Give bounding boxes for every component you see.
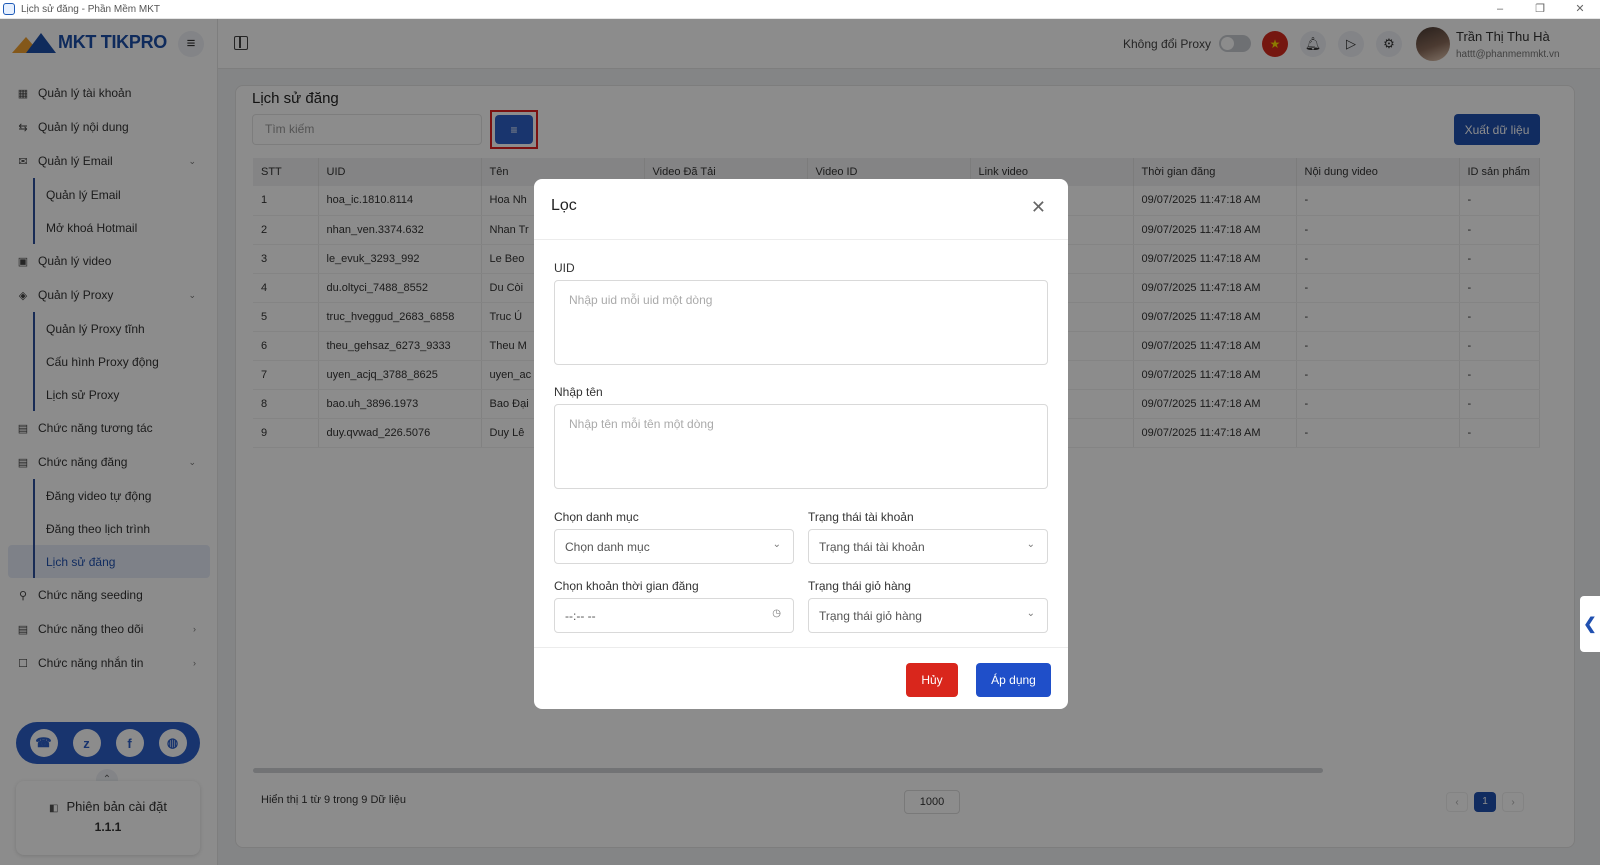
cart-status-select[interactable]: Trạng thái giỏ hàng ⌄ xyxy=(808,598,1048,633)
apply-button[interactable]: Áp dụng xyxy=(976,663,1051,697)
app-icon xyxy=(3,3,15,15)
time-input[interactable]: --:-- -- ◷ xyxy=(554,598,794,633)
account-status-value: Trạng thái tài khoản xyxy=(819,540,925,554)
cart-status-value: Trạng thái giỏ hàng xyxy=(819,609,922,623)
name-label: Nhập tên xyxy=(554,385,603,399)
minimize-icon[interactable]: – xyxy=(1480,0,1520,19)
restore-icon[interactable]: ❐ xyxy=(1520,0,1560,19)
window-titlebar: Lịch sử đăng - Phần Mềm MKT – ❐ ✕ xyxy=(0,0,1600,19)
close-icon[interactable]: ✕ xyxy=(1031,197,1046,218)
chevron-down-icon: ⌄ xyxy=(772,539,781,550)
modal-title: Lọc xyxy=(551,197,577,214)
account-status-select[interactable]: Trạng thái tài khoản ⌄ xyxy=(808,529,1048,564)
filter-modal: Lọc ✕ UID Nhập uid mỗi uid một dòng Nhập… xyxy=(534,179,1068,709)
uid-label: UID xyxy=(554,261,575,275)
category-select[interactable]: Chọn danh mục ⌄ xyxy=(554,529,794,564)
chevron-down-icon: ⌄ xyxy=(1026,539,1035,550)
time-input-value: --:-- -- xyxy=(565,609,596,623)
cancel-button[interactable]: Hủy xyxy=(906,663,958,697)
name-textarea[interactable]: Nhập tên mỗi tên một dòng xyxy=(554,404,1048,489)
close-window-icon[interactable]: ✕ xyxy=(1560,0,1600,19)
category-select-value: Chọn danh mục xyxy=(565,540,650,554)
category-label: Chọn danh mục xyxy=(554,510,639,524)
uid-textarea[interactable]: Nhập uid mỗi uid một dòng xyxy=(554,280,1048,365)
window-controls: – ❐ ✕ xyxy=(1480,0,1600,19)
cart-status-label: Trạng thái giỏ hàng xyxy=(808,579,911,593)
time-label: Chọn khoản thời gian đăng xyxy=(554,579,699,593)
chevron-left-icon[interactable]: ❮ xyxy=(1580,596,1600,652)
clock-icon: ◷ xyxy=(772,608,781,619)
chevron-down-icon: ⌄ xyxy=(1026,608,1035,619)
modal-divider xyxy=(534,239,1068,240)
account-status-label: Trạng thái tài khoản xyxy=(808,510,914,524)
modal-divider xyxy=(534,647,1068,648)
window-title: Lịch sử đăng - Phần Mềm MKT xyxy=(21,3,160,15)
